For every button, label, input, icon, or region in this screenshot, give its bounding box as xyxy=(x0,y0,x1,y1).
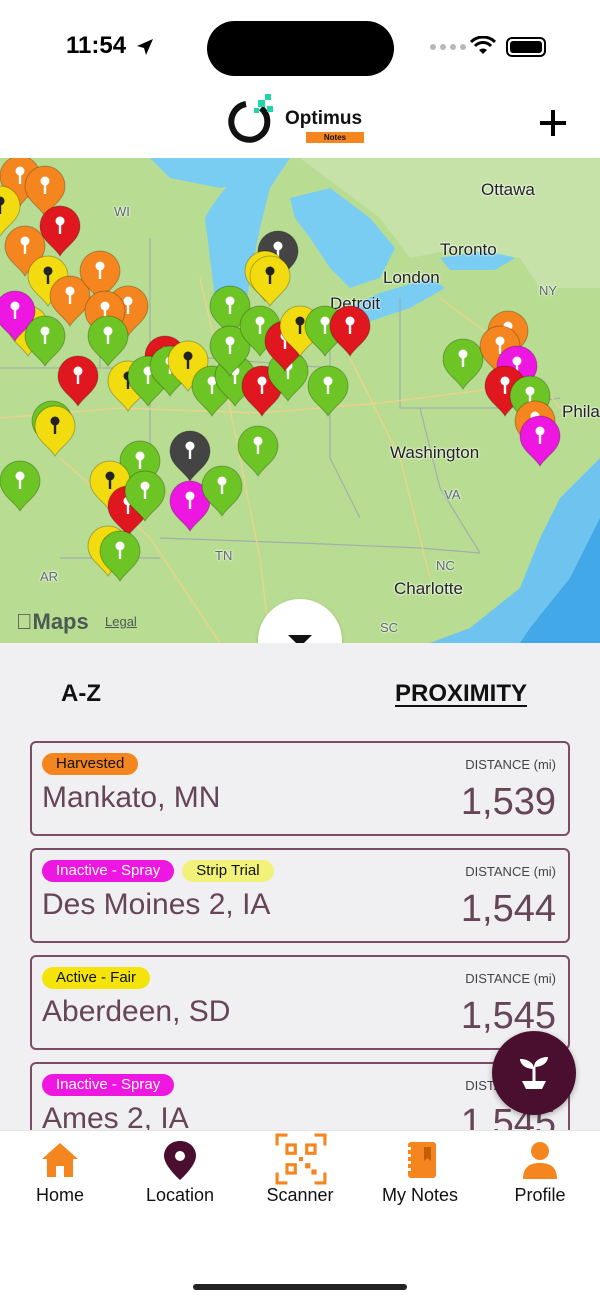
logo-subtitle: Notes xyxy=(306,132,364,143)
sprout-icon xyxy=(520,1057,548,1089)
tab-bar: Home Location Scanner My Notes Profile xyxy=(0,1130,600,1304)
location-card[interactable]: Inactive - Spray Strip Trial Des Moines 2,… xyxy=(30,848,570,943)
map-pin[interactable] xyxy=(87,315,129,367)
map-pin[interactable] xyxy=(39,205,81,257)
map-pin[interactable] xyxy=(307,365,349,417)
location-card[interactable]: Inactive - SprayAmes 2, IADISTANCE (mi)1… xyxy=(30,1062,570,1130)
distance-value: 1,539 xyxy=(460,781,556,823)
wifi-icon xyxy=(470,36,496,54)
sort-az-button[interactable]: A-Z xyxy=(61,680,101,708)
notebook-icon xyxy=(405,1142,436,1178)
location-card[interactable]: Harvested Mankato, MN DISTANCE (mi) 1,539 xyxy=(30,741,570,836)
battery-icon xyxy=(506,37,546,57)
tab-profile[interactable]: Profile xyxy=(480,1131,600,1211)
location-pin-icon xyxy=(164,1141,196,1180)
qr-scanner-icon xyxy=(275,1133,327,1185)
location-arrow-icon xyxy=(137,39,153,55)
distance-label: DISTANCE (mi) xyxy=(465,971,556,986)
tab-home-label: Home xyxy=(35,1185,84,1205)
status-badges: Active - Fair xyxy=(42,967,151,989)
add-button[interactable] xyxy=(534,104,572,142)
location-name: Ames 2, IA xyxy=(42,1102,189,1130)
logo-title: Optimus xyxy=(285,108,363,129)
tab-location-label: Location xyxy=(145,1185,215,1205)
tab-my-notes-label: My Notes xyxy=(381,1185,459,1205)
add-plant-note-button[interactable] xyxy=(492,1031,576,1115)
status-badge: Inactive - Spray xyxy=(42,1074,175,1096)
status-badges: Inactive - Spray Strip Trial xyxy=(42,860,274,882)
status-badge: Active - Fair xyxy=(42,967,151,989)
map-pin[interactable] xyxy=(249,255,291,307)
home-indicator xyxy=(193,1284,407,1290)
cellular-signal-icon xyxy=(430,44,466,50)
apple-maps-logo: Maps xyxy=(16,609,89,635)
tab-home[interactable]: Home xyxy=(0,1131,120,1211)
location-name: Aberdeen, SD xyxy=(42,995,231,1028)
status-badge: Inactive - Spray xyxy=(42,860,175,882)
map-pin[interactable] xyxy=(24,315,66,367)
tab-profile-label: Profile xyxy=(514,1185,566,1205)
map-pin[interactable] xyxy=(519,415,561,467)
tab-scanner[interactable]: Scanner xyxy=(240,1131,360,1211)
app-logo: Optimus Notes xyxy=(228,94,373,146)
status-badges: Harvested xyxy=(42,753,139,775)
tab-my-notes[interactable]: My Notes xyxy=(360,1131,480,1211)
location-card[interactable]: Active - Fair Aberdeen, SD DISTANCE (mi) 1,… xyxy=(30,955,570,1050)
map-pin[interactable] xyxy=(329,305,371,357)
distance-label: DISTANCE (mi) xyxy=(465,864,556,879)
apple-icon:  xyxy=(16,609,33,634)
location-name: Des Moines 2, IA xyxy=(42,888,271,921)
distance-label: DISTANCE (mi) xyxy=(465,757,556,772)
location-name: Mankato, MN xyxy=(42,781,221,814)
maps-brand-text: Maps xyxy=(16,609,89,634)
status-badge: Strip Trial xyxy=(182,860,274,882)
profile-icon xyxy=(523,1142,557,1179)
dynamic-island xyxy=(207,21,394,76)
status-badge: Harvested xyxy=(42,753,139,775)
map-pin[interactable] xyxy=(169,430,211,482)
map-pin[interactable] xyxy=(0,460,41,512)
home-icon xyxy=(42,1143,78,1177)
status-bar: 11:54 xyxy=(0,0,600,90)
map-pin[interactable] xyxy=(442,338,484,390)
optimus-logo-icon xyxy=(228,94,273,143)
map-view[interactable]: Ottawa WI Toronto London NY Detroit Phila Washi… xyxy=(0,158,600,643)
map-pin[interactable] xyxy=(237,425,279,477)
tab-scanner-label: Scanner xyxy=(266,1185,334,1205)
sort-proximity-button[interactable]: PROXIMITY xyxy=(395,680,527,708)
tab-location[interactable]: Location xyxy=(120,1131,240,1211)
map-pin[interactable] xyxy=(57,355,99,407)
map-pin[interactable] xyxy=(34,405,76,457)
legal-link[interactable]: Legal xyxy=(105,614,137,629)
status-badges: Inactive - Spray xyxy=(42,1074,175,1096)
distance-value: 1,544 xyxy=(460,888,556,930)
status-time: 11:54 xyxy=(66,32,127,59)
